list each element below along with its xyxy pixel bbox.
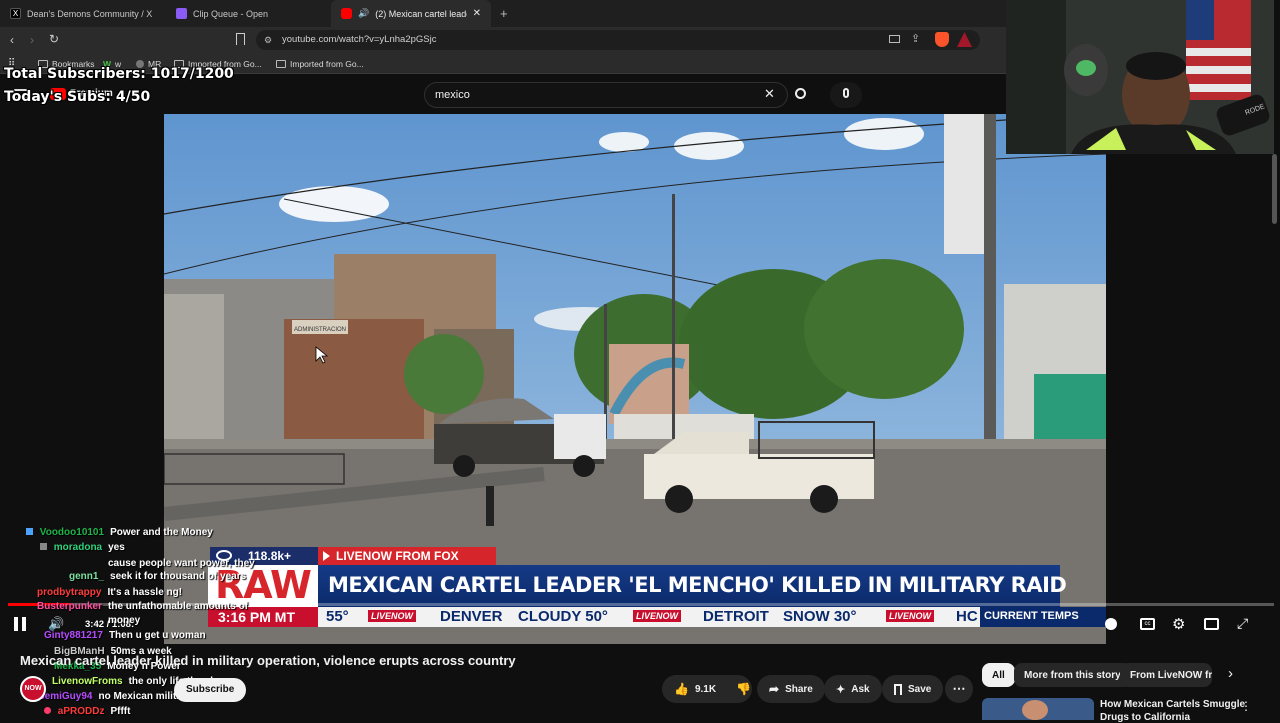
search-input[interactable]: mexico bbox=[424, 82, 788, 108]
today-subs-counter: Today's Subs: 4/50 bbox=[4, 89, 151, 105]
chat-message: Voodoo10101 Power and the Money bbox=[26, 527, 213, 538]
youtube-icon bbox=[341, 8, 352, 19]
recommended-menu-icon[interactable]: ⋮ bbox=[1240, 699, 1252, 713]
search-icon[interactable] bbox=[795, 88, 806, 99]
voice-search-button[interactable] bbox=[830, 82, 862, 108]
x-logo-icon: X bbox=[10, 8, 21, 19]
tab-x-community[interactable]: X Dean's Demons Community / X bbox=[0, 0, 165, 27]
close-tab-icon[interactable]: ✕ bbox=[473, 8, 481, 19]
chat-message: SemiGuy94 no Mexican military bbox=[38, 691, 192, 702]
chat-badge-icon bbox=[26, 528, 33, 535]
tab-youtube-active[interactable]: 🔊 (2) Mexican cartel leader kille ✕ bbox=[331, 0, 491, 27]
clip-queue-icon bbox=[176, 8, 187, 19]
thumbs-down-icon[interactable]: 👎 bbox=[736, 682, 751, 696]
chat-badge-icon bbox=[40, 543, 47, 550]
browser-toolbar: ‹ › ↻ ⚙ youtube.com/watch?v=yLnha2pGSjc … bbox=[0, 27, 1006, 53]
headline-banner: MEXICAN CARTEL LEADER 'EL MENCHO' KILLED… bbox=[318, 565, 1067, 607]
share-arrow-icon: ➦ bbox=[769, 682, 780, 696]
bookmark-imported-2[interactable]: Imported from Go... bbox=[276, 53, 364, 74]
fullscreen-icon[interactable]: ⤢ bbox=[1237, 615, 1248, 632]
chat-message: cause people want power, they bbox=[108, 558, 255, 569]
save-button[interactable]: Save bbox=[882, 675, 944, 703]
like-button[interactable]: 👍 9.1K 👎 bbox=[662, 675, 752, 703]
share-page-icon[interactable]: ⇪ bbox=[911, 32, 920, 45]
settings-gear-icon[interactable]: ⚙ bbox=[1172, 615, 1185, 633]
new-tab-icon[interactable]: + bbox=[500, 6, 508, 21]
livenow-logo: LIVENOW bbox=[633, 610, 681, 622]
streamer-webcam: RODE bbox=[1006, 0, 1274, 154]
share-button[interactable]: ➦ Share bbox=[757, 675, 825, 703]
site-info-icon[interactable]: ⚙ bbox=[264, 30, 272, 50]
subscribe-button[interactable]: Subscribe bbox=[174, 678, 247, 702]
video-title: Mexican cartel leader killed in military… bbox=[20, 653, 516, 668]
recommended-title-line2[interactable]: Drugs to California bbox=[1100, 712, 1190, 723]
play-triangle-icon bbox=[323, 551, 330, 561]
chat-badge-icon bbox=[44, 707, 51, 714]
reload-icon[interactable]: ↻ bbox=[49, 32, 59, 46]
livenow-logo: LIVENOW bbox=[368, 610, 416, 622]
sparkle-icon: ✦ bbox=[836, 683, 846, 696]
storefront-sign: ADMINISTRACION bbox=[294, 327, 346, 333]
brave-shield-icon[interactable] bbox=[935, 32, 949, 47]
channel-avatar[interactable]: NOW bbox=[20, 676, 46, 702]
chip-more-from-story[interactable]: More from this story bbox=[1014, 663, 1131, 687]
chevron-right-icon[interactable]: › bbox=[1228, 665, 1233, 682]
folder-icon bbox=[276, 59, 286, 68]
cast-icon[interactable] bbox=[889, 35, 900, 43]
pause-button[interactable] bbox=[14, 617, 26, 631]
webcam-frame: RODE bbox=[1006, 0, 1274, 154]
chat-message: genn1_ seek it for thousand of years bbox=[69, 571, 247, 582]
url-bar[interactable]: ⚙ youtube.com/watch?v=yLnha2pGSjc bbox=[256, 30, 980, 50]
miniplayer-icon[interactable] bbox=[1204, 618, 1219, 630]
chat-message: Ginty881217 Then u get u woman bbox=[44, 630, 206, 641]
chat-message: moradona yes bbox=[40, 542, 125, 553]
captions-icon[interactable]: cc bbox=[1140, 618, 1155, 630]
thumbs-up-icon: 👍 bbox=[674, 682, 689, 696]
chat-message: prodbytrappy It's a hassle ng! bbox=[37, 587, 183, 598]
recommended-thumbnail[interactable] bbox=[982, 698, 1094, 720]
weather-ticker: 55° LIVENOW DENVER CLOUDY 50° LIVENOW DE… bbox=[318, 607, 980, 627]
chat-message: aPRODDz Pffft bbox=[44, 706, 130, 717]
bookmark-page-icon[interactable] bbox=[236, 33, 245, 45]
ask-button[interactable]: ✦ Ask bbox=[824, 675, 882, 703]
chat-message: Busterpunker the unfathomable amounts of bbox=[37, 601, 249, 612]
browser-tab-bar: X Dean's Demons Community / X Clip Queue… bbox=[0, 0, 1006, 27]
current-temps-box: CURRENT TEMPS bbox=[980, 607, 1106, 627]
autoplay-toggle[interactable] bbox=[1105, 618, 1117, 630]
more-actions-button[interactable]: ⋯ bbox=[945, 675, 973, 703]
chip-from-livenow[interactable]: From LiveNOW from bbox=[1120, 663, 1212, 687]
chip-all[interactable]: All bbox=[982, 663, 1015, 687]
page-scrollbar[interactable] bbox=[1272, 154, 1277, 224]
microphone-icon bbox=[843, 88, 849, 98]
recommended-title[interactable]: How Mexican Cartels Smuggle bbox=[1100, 699, 1245, 710]
more-dots-icon: ⋯ bbox=[952, 681, 966, 696]
forward-icon[interactable]: › bbox=[30, 33, 34, 47]
total-subscribers-counter: Total Subscribers: 1017/1200 bbox=[4, 66, 234, 82]
bookmark-icon bbox=[894, 683, 902, 695]
speaker-icon: 🔊 bbox=[358, 8, 370, 18]
tab-clip-queue[interactable]: Clip Queue - Open bbox=[166, 0, 331, 27]
source-tag: LIVENOW FROM FOX bbox=[318, 547, 496, 565]
clear-search-icon[interactable]: ✕ bbox=[764, 86, 775, 102]
back-icon[interactable]: ‹ bbox=[10, 33, 14, 47]
chat-message: money bbox=[108, 615, 141, 626]
livenow-logo: LIVENOW bbox=[886, 610, 934, 622]
